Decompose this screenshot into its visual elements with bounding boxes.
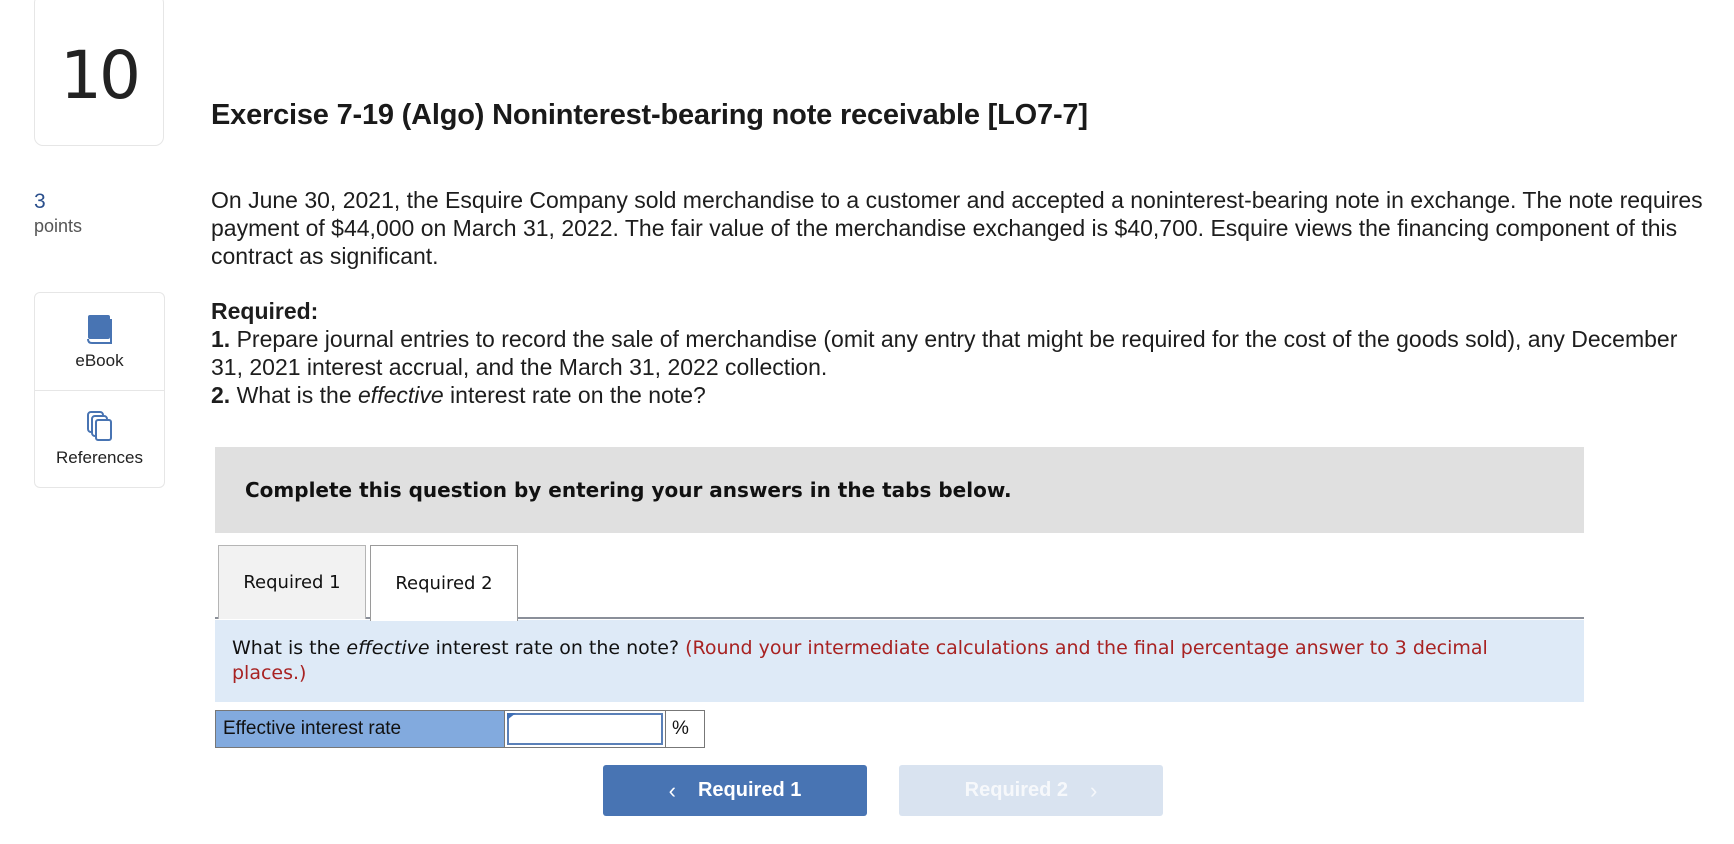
tab-required-1[interactable]: Required 1 — [218, 545, 366, 619]
answer-input-cell — [505, 710, 665, 748]
exercise-title: Exercise 7-19 (Algo) Noninterest-bearing… — [211, 99, 1088, 131]
points-display: 3 points — [34, 190, 82, 238]
prev-button-label: Required 1 — [697, 779, 802, 801]
required-item-1: 1. Prepare journal entries to record the… — [211, 326, 1678, 380]
chevron-right-icon: › — [1090, 777, 1098, 803]
tab-bar: Required 1 Required 2 — [215, 545, 1584, 621]
ebook-button[interactable]: eBook — [35, 293, 164, 390]
next-button-label: Required 2 — [964, 779, 1069, 801]
prev-required-1-button[interactable]: ‹ Required 1 — [603, 765, 867, 816]
references-button[interactable]: References — [35, 390, 164, 487]
question-number-card: 10 — [34, 0, 164, 146]
chevron-left-icon: ‹ — [668, 777, 676, 803]
problem-text: On June 30, 2021, the Esquire Company so… — [211, 187, 1703, 269]
answer-row: Effective interest rate % — [215, 710, 705, 748]
next-required-2-button[interactable]: Required 2 › — [899, 765, 1163, 816]
tab-required-2[interactable]: Required 2 — [370, 545, 518, 621]
input-flag-icon — [507, 713, 516, 720]
resource-tools: eBook References — [34, 292, 165, 488]
effective-rate-input[interactable] — [507, 713, 663, 745]
answer-label: Effective interest rate — [215, 710, 505, 748]
references-label: References — [56, 448, 143, 467]
required-heading: Required: — [211, 298, 319, 324]
question-number: 10 — [60, 36, 141, 114]
instructions-banner: Complete this question by entering your … — [215, 447, 1584, 533]
question-instruction: What is the effective interest rate on t… — [215, 620, 1584, 702]
required-item-2: 2. What is the effective interest rate o… — [211, 382, 706, 408]
banner-text: Complete this question by entering your … — [245, 478, 1012, 502]
ebook-label: eBook — [75, 350, 124, 370]
points-label: points — [34, 216, 83, 236]
required-section: Required: 1. Prepare journal entries to … — [211, 297, 1711, 409]
points-value: 3 — [34, 190, 46, 213]
documents-icon — [86, 411, 112, 441]
percent-unit: % — [665, 710, 705, 748]
book-icon — [86, 314, 112, 344]
